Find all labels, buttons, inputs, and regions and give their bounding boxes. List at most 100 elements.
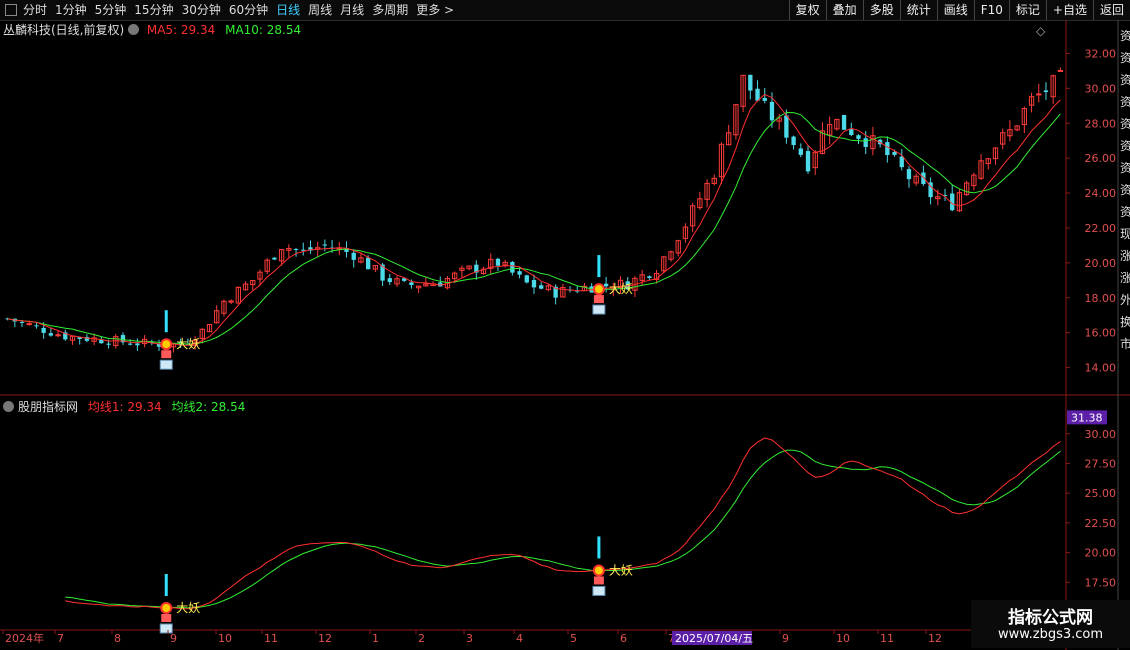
candle-body — [856, 135, 861, 139]
side-list-char-0: 资 — [1120, 29, 1130, 43]
candle-body — [387, 278, 392, 283]
candle-body — [899, 156, 904, 168]
side-list-char-9: 现 — [1120, 227, 1130, 241]
price-tick-label-0: 32.00 — [1085, 47, 1117, 60]
signal-label-ind-1: 大妖 — [609, 563, 633, 577]
house-icon-ind-1 — [592, 585, 606, 596]
candle-body — [351, 252, 356, 260]
price-tick-label-1: 30.00 — [1085, 82, 1117, 95]
side-list-char-3: 资 — [1120, 95, 1130, 109]
signal-box-main-0 — [161, 350, 172, 359]
date-label-12: 6 — [620, 632, 627, 645]
price-tick-label-7: 18.00 — [1085, 292, 1117, 305]
date-label-8: 2 — [418, 632, 425, 645]
candle-body — [106, 343, 111, 345]
candle-body — [539, 285, 544, 289]
candle-body — [135, 343, 140, 346]
candle-body — [921, 172, 926, 184]
side-list-char-4: 资 — [1120, 117, 1130, 131]
indicator-line2 — [65, 449, 1061, 609]
candle-body — [34, 325, 39, 327]
chart-svg[interactable]: 32.00 30.00 28.00 26.00 24.00 22.00 20.00 18.00… — [0, 0, 1130, 650]
date-label-16: 11 — [880, 632, 894, 645]
candle-body — [301, 249, 306, 251]
ind-tick-label-5: 17.50 — [1085, 576, 1117, 589]
ma10-line — [7, 111, 1061, 345]
date-label-5: 11 — [264, 632, 278, 645]
side-list-char-11: 涨 — [1120, 270, 1130, 285]
side-list-char-5: 资 — [1120, 139, 1130, 153]
watermark-url: www.zbgs3.com — [997, 627, 1104, 642]
candle-body — [1036, 93, 1042, 96]
date-label-17: 12 — [928, 632, 942, 645]
current-value-label: 31.38 — [1071, 411, 1103, 424]
signal-bar-main-1 — [597, 255, 601, 278]
side-list-char-6: 资 — [1120, 161, 1130, 175]
price-tick-label-8: 16.00 — [1085, 327, 1117, 340]
ma5-line — [7, 93, 1061, 346]
side-list-char-13: 换 — [1120, 315, 1130, 329]
price-tick-label-5: 22.00 — [1085, 222, 1117, 235]
price-tick-label-3: 26.00 — [1085, 152, 1117, 165]
house-icon-main-1 — [592, 304, 606, 315]
candle-body — [510, 261, 515, 273]
candle-body — [19, 321, 25, 323]
candle-body — [322, 244, 328, 246]
candle-body — [762, 98, 767, 101]
date-label-14: 9 — [782, 632, 789, 645]
candle-body — [55, 334, 61, 337]
candle-body — [849, 129, 854, 135]
signal-marker-main-1 — [592, 283, 605, 296]
price-tick-label-2: 28.00 — [1085, 117, 1117, 130]
candle-body — [885, 142, 890, 156]
date-label-15: 10 — [836, 632, 850, 645]
date-label-11: 5 — [570, 632, 577, 645]
watermark: 指标公式网 www.zbgs3.com — [971, 600, 1130, 648]
candle-body — [272, 257, 277, 260]
candle-body — [128, 343, 133, 345]
side-list-char-7: 资 — [1120, 183, 1130, 197]
candle-body — [41, 327, 46, 333]
date-label-9: 3 — [466, 632, 473, 645]
date-label-2: 8 — [114, 632, 121, 645]
candle-body — [26, 323, 32, 326]
side-list-char-12: 外 — [1120, 293, 1130, 307]
candle-body — [531, 280, 537, 288]
date-highlight-label: 2025/07/04/五 — [675, 632, 753, 645]
candle-body — [841, 115, 847, 130]
candle-body — [1043, 90, 1049, 93]
candle-body — [1057, 69, 1064, 72]
signal-marker-main-0 — [160, 338, 173, 351]
signal-label-main-1: 大妖 — [609, 282, 633, 296]
date-label-7: 1 — [372, 632, 379, 645]
candle-body — [784, 115, 789, 138]
side-list-char-2: 资 — [1120, 73, 1130, 87]
ind-tick-label-4: 20.00 — [1085, 547, 1117, 560]
candle-body — [798, 148, 803, 155]
price-tick-label-9: 14.00 — [1085, 362, 1117, 375]
candle-body — [517, 271, 522, 275]
date-label-4: 10 — [218, 632, 232, 645]
price-tick-label-4: 24.00 — [1085, 187, 1117, 200]
side-list-char-14: 市 — [1120, 336, 1130, 351]
candle-body — [791, 136, 796, 146]
candle-body — [524, 275, 529, 283]
candle-body — [647, 276, 652, 278]
date-label-0: 2024年 — [5, 631, 44, 645]
ind-tick-label-2: 25.00 — [1085, 487, 1117, 500]
price-tick-label-6: 20.00 — [1085, 257, 1117, 270]
date-label-3: 9 — [170, 632, 177, 645]
watermark-title: 指标公式网 — [1008, 608, 1093, 628]
candle-body — [892, 151, 897, 155]
signal-bar-ind-0 — [164, 573, 168, 596]
signal-marker-ind-1 — [592, 564, 605, 577]
signal-box-ind-1 — [593, 576, 604, 585]
signal-label-main-0: 大妖 — [176, 337, 200, 351]
candle-body — [863, 138, 868, 147]
candle-body — [365, 257, 371, 270]
date-label-6: 12 — [318, 632, 332, 645]
date-label-1: 7 — [57, 632, 64, 645]
indicator-line1 — [65, 437, 1061, 610]
candle-body — [769, 101, 775, 121]
signal-box-ind-0 — [161, 613, 172, 622]
